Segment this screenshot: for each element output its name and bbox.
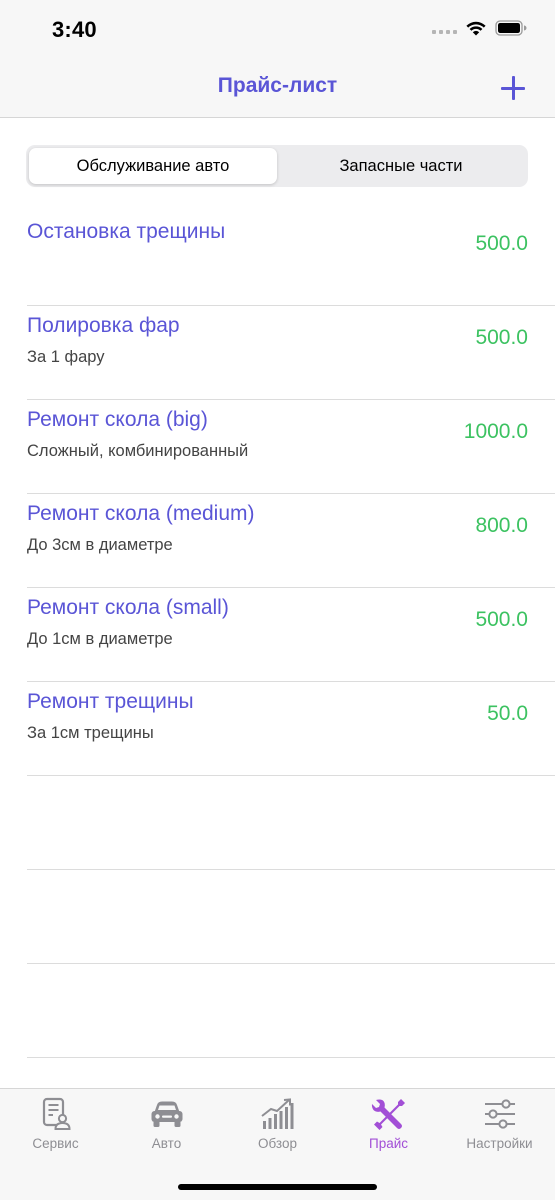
item-price: 1000.0 xyxy=(463,420,528,443)
list-item[interactable]: Ремонт скола (big) Сложный, комбинирован… xyxy=(27,400,555,494)
tab-price[interactable]: Прайс xyxy=(333,1097,444,1161)
item-subtitle: Сложный, комбинированный xyxy=(27,442,249,460)
tab-settings[interactable]: Настройки xyxy=(444,1097,555,1161)
tab-label: Обзор xyxy=(258,1136,297,1151)
item-subtitle: До 3см в диаметре xyxy=(27,536,173,554)
cellular-signal-icon xyxy=(432,22,457,34)
wifi-icon xyxy=(465,20,487,36)
list-item[interactable]: Остановка трещины 500.0 xyxy=(27,212,555,306)
segment-spare-parts[interactable]: Запасные части xyxy=(277,148,525,184)
segmented-control: Обслуживание авто Запасные части xyxy=(26,145,528,187)
tab-auto[interactable]: Авто xyxy=(111,1097,222,1161)
tools-icon xyxy=(371,1099,405,1130)
item-subtitle: За 1 фару xyxy=(27,348,105,366)
empty-row xyxy=(27,776,555,870)
item-price: 500.0 xyxy=(475,608,528,631)
item-price: 500.0 xyxy=(475,232,528,255)
tab-service[interactable]: Сервис xyxy=(0,1097,111,1161)
tab-label: Сервис xyxy=(32,1136,79,1151)
item-title: Остановка трещины xyxy=(27,220,226,243)
item-title: Ремонт скола (small) xyxy=(27,596,229,619)
empty-row xyxy=(27,870,555,964)
car-icon xyxy=(151,1101,182,1127)
sliders-icon xyxy=(484,1099,515,1129)
service-document-icon xyxy=(42,1097,71,1130)
tab-label: Настройки xyxy=(466,1136,533,1151)
status-time: 3:40 xyxy=(52,17,97,42)
page-title: Прайс-лист xyxy=(217,74,338,97)
list-item[interactable]: Ремонт скола (medium) До 3см в диаметре … xyxy=(27,494,555,588)
tab-label: Прайс xyxy=(368,1136,408,1151)
item-price: 500.0 xyxy=(475,326,528,349)
item-title: Ремонт скола (big) xyxy=(27,408,208,431)
price-list: Остановка трещины 500.0 Полировка фар За… xyxy=(0,212,555,1058)
item-title: Ремонт трещины xyxy=(27,690,194,713)
tab-label: Авто xyxy=(151,1136,182,1151)
item-subtitle: За 1см трещины xyxy=(27,724,154,742)
status-bar: 3:40 xyxy=(0,0,555,60)
navigation-bar: Прайс-лист xyxy=(0,60,555,118)
list-item[interactable]: Ремонт трещины За 1см трещины 50.0 xyxy=(27,682,555,776)
status-icons xyxy=(432,20,527,36)
list-item[interactable]: Полировка фар За 1 фару 500.0 xyxy=(27,306,555,400)
empty-row xyxy=(27,964,555,1058)
add-button[interactable] xyxy=(499,74,527,102)
segment-car-service[interactable]: Обслуживание авто xyxy=(29,148,277,184)
item-price: 800.0 xyxy=(475,514,528,537)
item-title: Ремонт скола (medium) xyxy=(27,502,255,525)
item-price: 50.0 xyxy=(487,702,528,725)
tab-overview[interactable]: Обзор xyxy=(222,1097,333,1161)
home-indicator xyxy=(178,1184,377,1190)
battery-icon xyxy=(495,20,527,36)
item-subtitle: До 1см в диаметре xyxy=(27,630,173,648)
list-item[interactable]: Ремонт скола (small) До 1см в диаметре 5… xyxy=(27,588,555,682)
chart-icon xyxy=(260,1098,293,1129)
item-title: Полировка фар xyxy=(27,314,180,337)
